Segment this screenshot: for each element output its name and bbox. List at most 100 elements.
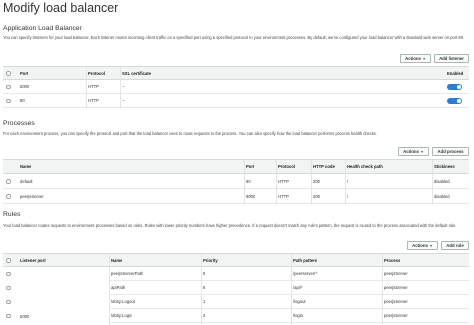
col-name: Name <box>111 257 123 263</box>
column-divider <box>345 160 346 204</box>
rule-priority: 2 <box>203 313 206 318</box>
listeners-table: Port Protocol SSL certificate Enabled 50… <box>3 66 469 110</box>
rule-name: lobby:Logout <box>111 299 135 304</box>
rule-process: peerjsServer <box>384 313 408 318</box>
row-radio[interactable] <box>6 98 11 103</box>
rule-name: lobby:Login <box>111 313 133 318</box>
column-divider <box>201 254 202 325</box>
row-radio[interactable] <box>6 271 11 276</box>
listener-ssl: -- <box>122 98 125 103</box>
rule-name: peerjsServerPath <box>111 271 144 276</box>
rule-name: apiPath <box>111 285 126 290</box>
row-radio[interactable] <box>6 84 11 89</box>
listener-port: 5000 <box>20 84 30 89</box>
col-path-pattern: Path pattern <box>293 257 318 263</box>
table-row[interactable]: lobby:Login 2 /login peerjsServer <box>109 309 469 323</box>
process-name: default <box>20 178 33 184</box>
col-process: Process <box>384 257 401 263</box>
column-divider <box>86 67 87 108</box>
rule-path-pattern: /peerserver/* <box>293 271 317 276</box>
process-health-path: / <box>347 193 349 199</box>
column-divider <box>120 67 121 108</box>
enabled-toggle[interactable] <box>447 83 462 90</box>
column-divider <box>244 160 245 204</box>
table-row[interactable]: peerjsServerPath 5 /peerserver/* peerjsS… <box>109 267 469 281</box>
process-protocol: HTTP <box>278 178 289 184</box>
rule-process: peerjsServer <box>384 271 408 276</box>
alb-actions-button[interactable]: Actions ▼ <box>400 54 431 63</box>
rule-path-pattern: /login <box>293 313 304 318</box>
col-listener-port: Listener port <box>20 257 46 263</box>
table-row[interactable]: apiPath 6 /api/* peerjsServer <box>109 281 469 295</box>
process-port: 80 <box>246 178 251 184</box>
process-port: 9000 <box>246 193 256 199</box>
col-name: Name <box>20 164 32 169</box>
processes-table: Name Port Protocol HTTP code Health chec… <box>3 159 469 204</box>
col-health-check-path: Health check path <box>347 164 383 169</box>
table-row[interactable]: 80 HTTP -- <box>3 94 469 108</box>
alb-description: You can specify listeners for your load … <box>3 35 465 40</box>
add-listener-button[interactable]: Add listener <box>434 54 469 63</box>
row-radio[interactable] <box>6 285 11 290</box>
table-row[interactable]: lobby:Logout 1 /logout peerjsServer <box>109 295 469 309</box>
process-health-path: / <box>347 178 349 184</box>
processes-section-title: Processes <box>3 120 35 127</box>
column-divider <box>291 254 292 325</box>
table-header: Listener port Name Priority Path pattern… <box>3 254 469 267</box>
rules-section-title: Rules <box>3 211 21 218</box>
rule-path-pattern: /logout <box>293 299 306 304</box>
rule-priority: 1 <box>203 299 206 304</box>
select-all-radio[interactable] <box>6 258 11 263</box>
page-title: Modify load balancer <box>3 1 119 15</box>
add-listener-label: Add listener <box>439 56 464 61</box>
select-all-radio[interactable] <box>6 71 11 76</box>
rule-listener-port: 5000 <box>20 313 30 319</box>
chevron-down-icon: ▼ <box>429 243 433 248</box>
column-divider <box>382 254 383 325</box>
rule-process: peerjsServer <box>384 285 408 290</box>
row-radio[interactable] <box>6 313 11 318</box>
col-priority: Priority <box>203 257 218 263</box>
column-divider <box>432 160 433 204</box>
table-row[interactable]: peerjsServer 9000 HTTP 200 / disabled <box>3 189 469 204</box>
col-ssl-certificate: SSL certificate <box>122 70 152 76</box>
add-rule-label: Add rule <box>446 243 464 248</box>
column-divider <box>109 254 110 325</box>
add-process-button[interactable]: Add process <box>432 147 469 156</box>
rule-priority: 6 <box>203 285 206 290</box>
table-row[interactable]: 5000 HTTP -- <box>3 80 469 94</box>
row-radio[interactable] <box>6 179 11 184</box>
listener-protocol: HTTP <box>88 98 99 103</box>
process-http-code: 200 <box>313 193 320 199</box>
process-http-code: 200 <box>313 178 320 184</box>
add-process-label: Add process <box>437 149 464 154</box>
row-radio[interactable] <box>6 194 11 199</box>
listener-port: 80 <box>20 98 25 103</box>
process-name: peerjsServer <box>20 193 44 199</box>
rule-process: peerjsServer <box>384 299 408 304</box>
column-divider <box>311 160 312 204</box>
listener-protocol: HTTP <box>88 84 99 89</box>
enabled-toggle[interactable] <box>447 97 462 104</box>
process-stickiness: disabled <box>434 193 450 199</box>
col-http-code: HTTP code <box>313 164 335 169</box>
rules-actions-label: Actions <box>412 243 428 248</box>
add-rule-button[interactable]: Add rule <box>441 241 469 250</box>
chevron-down-icon: ▼ <box>422 56 426 61</box>
table-row[interactable]: default 80 HTTP 200 / disabled <box>3 174 469 189</box>
column-divider <box>276 160 277 204</box>
col-port: Port <box>20 70 29 76</box>
rules-table: Listener port Name Priority Path pattern… <box>3 253 469 325</box>
row-radio[interactable] <box>6 299 11 304</box>
table-header: Name Port Protocol HTTP code Health chec… <box>3 160 469 174</box>
chevron-down-icon: ▼ <box>420 149 424 154</box>
process-protocol: HTTP <box>278 193 289 199</box>
col-port: Port <box>246 164 255 169</box>
col-enabled: Enabled <box>447 70 464 76</box>
processes-actions-button[interactable]: Actions ▼ <box>398 147 429 156</box>
table-header: Port Protocol SSL certificate Enabled <box>3 67 469 80</box>
col-stickiness: Stickiness <box>434 164 455 169</box>
alb-section-title: Application Load Balancer <box>3 25 82 32</box>
rules-actions-button[interactable]: Actions ▼ <box>407 241 438 250</box>
alb-actions-label: Actions <box>405 56 421 61</box>
